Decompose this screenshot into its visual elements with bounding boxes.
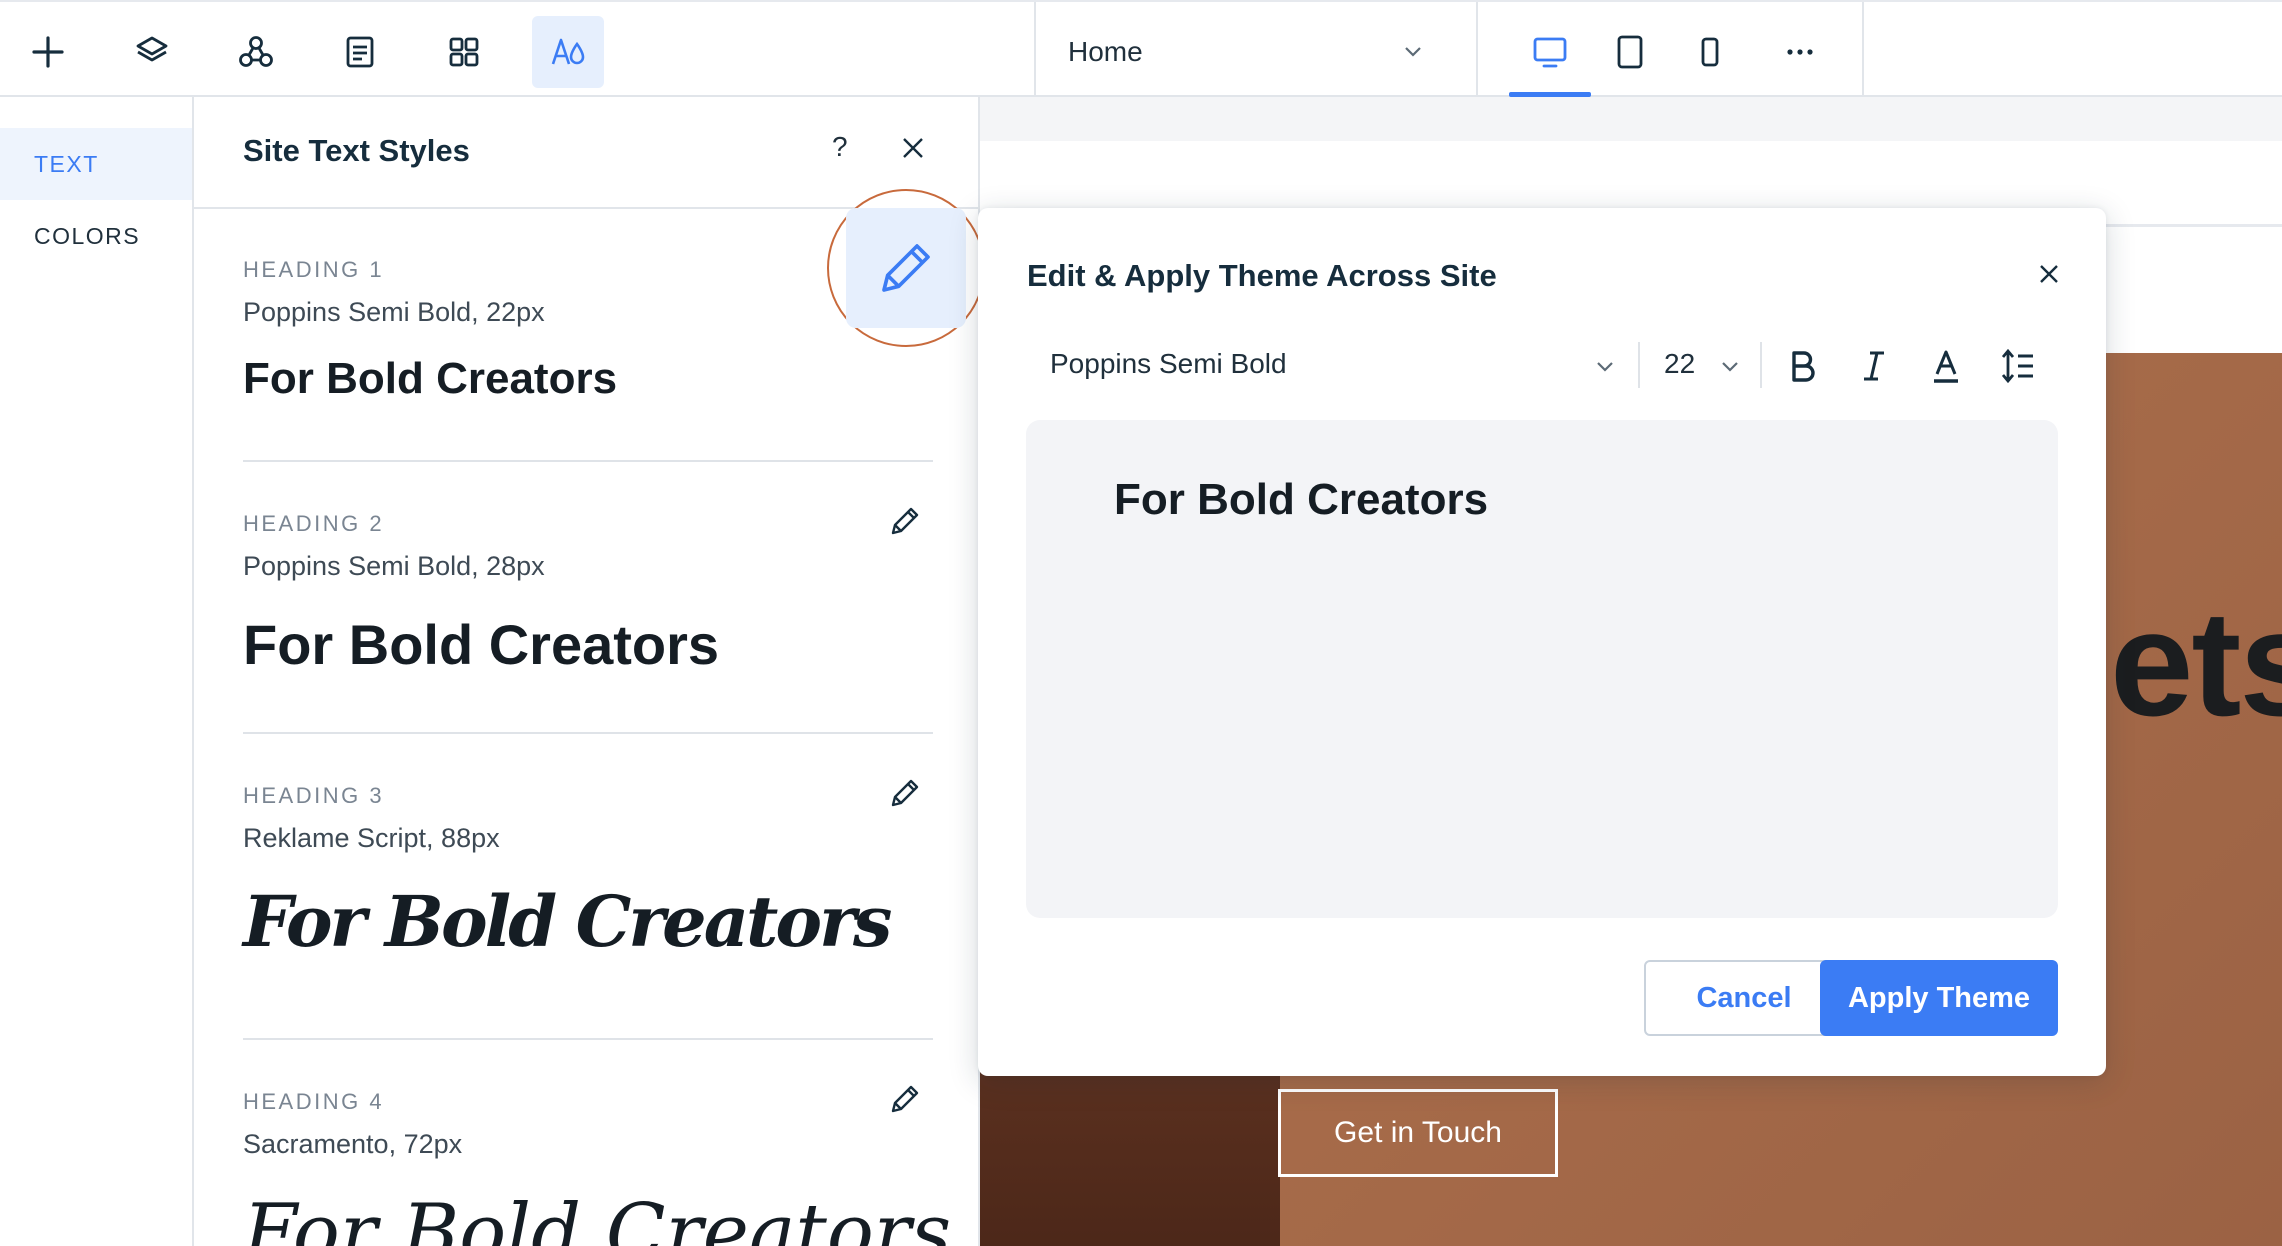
canvas-ruler — [980, 97, 2282, 141]
help-icon[interactable]: ? — [832, 131, 848, 163]
chevron-down-icon[interactable] — [1718, 354, 1742, 378]
style-font: Sacramento, 72px — [243, 1129, 463, 1159]
get-in-touch-button[interactable]: Get in Touch — [1278, 1089, 1558, 1177]
layers-icon[interactable] — [116, 16, 188, 88]
pencil-icon[interactable] — [887, 1081, 923, 1117]
dialog-title: Edit & Apply Theme Across Site — [1027, 258, 1497, 293]
font-family-dropdown[interactable]: Poppins Semi Bold — [1050, 348, 1287, 380]
theme-category-rail: TEXT COLORS — [0, 97, 194, 1246]
style-divider — [243, 460, 933, 462]
more-icon[interactable] — [1768, 16, 1832, 88]
chevron-down-icon — [1405, 47, 1421, 57]
apps-icon[interactable] — [220, 16, 292, 88]
line-spacing-icon[interactable] — [1996, 342, 2040, 390]
mobile-icon[interactable] — [1678, 16, 1742, 88]
cancel-button[interactable]: Cancel — [1644, 960, 1844, 1036]
edit-heading-1-button[interactable] — [827, 189, 978, 347]
style-divider — [243, 732, 933, 734]
rail-item-colors[interactable]: COLORS — [0, 200, 192, 272]
style-font: Poppins Semi Bold, 22px — [243, 297, 545, 327]
toolbar-divider — [1638, 342, 1640, 388]
pencil-icon — [882, 244, 930, 292]
site-text-styles-panel: Site Text Styles ? HEADING 1 Poppins Sem… — [194, 97, 980, 1246]
tablet-icon[interactable] — [1598, 16, 1662, 88]
pencil-icon[interactable] — [887, 503, 923, 539]
style-preview: For Bold Creators — [243, 354, 618, 403]
panel-title: Site Text Styles — [243, 133, 470, 168]
hero-heading[interactable]: ets — [2110, 577, 2282, 750]
style-divider — [243, 1038, 933, 1040]
page-selector-value: Home — [1068, 36, 1143, 67]
italic-icon[interactable] — [1852, 342, 1896, 390]
toolbar-divider — [1760, 342, 1762, 388]
toolbar-divider — [1862, 2, 1864, 99]
text-style-heading-2[interactable]: HEADING 2 Poppins Semi Bold, 28px For Bo… — [243, 511, 933, 677]
rail-item-label: TEXT — [34, 150, 99, 177]
style-label: HEADING 3 — [243, 783, 385, 808]
style-preview: For Bold Creators — [243, 1188, 952, 1246]
style-label: HEADING 4 — [243, 1089, 385, 1114]
close-icon[interactable] — [2035, 260, 2063, 288]
edit-theme-dialog: Edit & Apply Theme Across Site Poppins S… — [978, 208, 2106, 1076]
bold-icon[interactable] — [1780, 342, 1824, 390]
text-color-icon[interactable] — [1924, 342, 1968, 390]
add-icon[interactable] — [12, 16, 84, 88]
toolbar-divider — [1476, 2, 1478, 99]
text-preview-area: For Bold Creators — [1026, 420, 2058, 918]
style-label: HEADING 2 — [243, 511, 385, 536]
close-icon[interactable] — [900, 135, 926, 161]
text-style-heading-3[interactable]: HEADING 3 Reklame Script, 88px For Bold … — [243, 783, 933, 963]
rail-item-label: COLORS — [34, 222, 141, 249]
chevron-down-icon[interactable] — [1593, 354, 1617, 378]
style-preview: For Bold Creators — [243, 880, 892, 963]
style-preview: For Bold Creators — [243, 613, 720, 676]
pencil-icon[interactable] — [887, 775, 923, 811]
apply-theme-button[interactable]: Apply Theme — [1820, 960, 2058, 1036]
grid-icon[interactable] — [428, 16, 500, 88]
preview-text[interactable]: For Bold Creators — [1114, 475, 1488, 525]
pages-icon[interactable] — [324, 16, 396, 88]
desktop-icon[interactable] — [1518, 16, 1582, 88]
rail-item-text[interactable]: TEXT — [0, 128, 192, 200]
theme-text-icon[interactable] — [532, 16, 604, 88]
style-font: Poppins Semi Bold, 28px — [243, 551, 545, 581]
text-style-heading-4[interactable]: HEADING 4 Sacramento, 72px For Bold Crea… — [243, 1089, 952, 1246]
style-font: Reklame Script, 88px — [243, 823, 500, 853]
font-size-dropdown[interactable]: 22 — [1664, 348, 1695, 380]
page-selector[interactable]: Home — [1036, 16, 1456, 88]
panel-header: Site Text Styles ? — [194, 97, 978, 209]
top-toolbar: Home — [0, 0, 2282, 99]
